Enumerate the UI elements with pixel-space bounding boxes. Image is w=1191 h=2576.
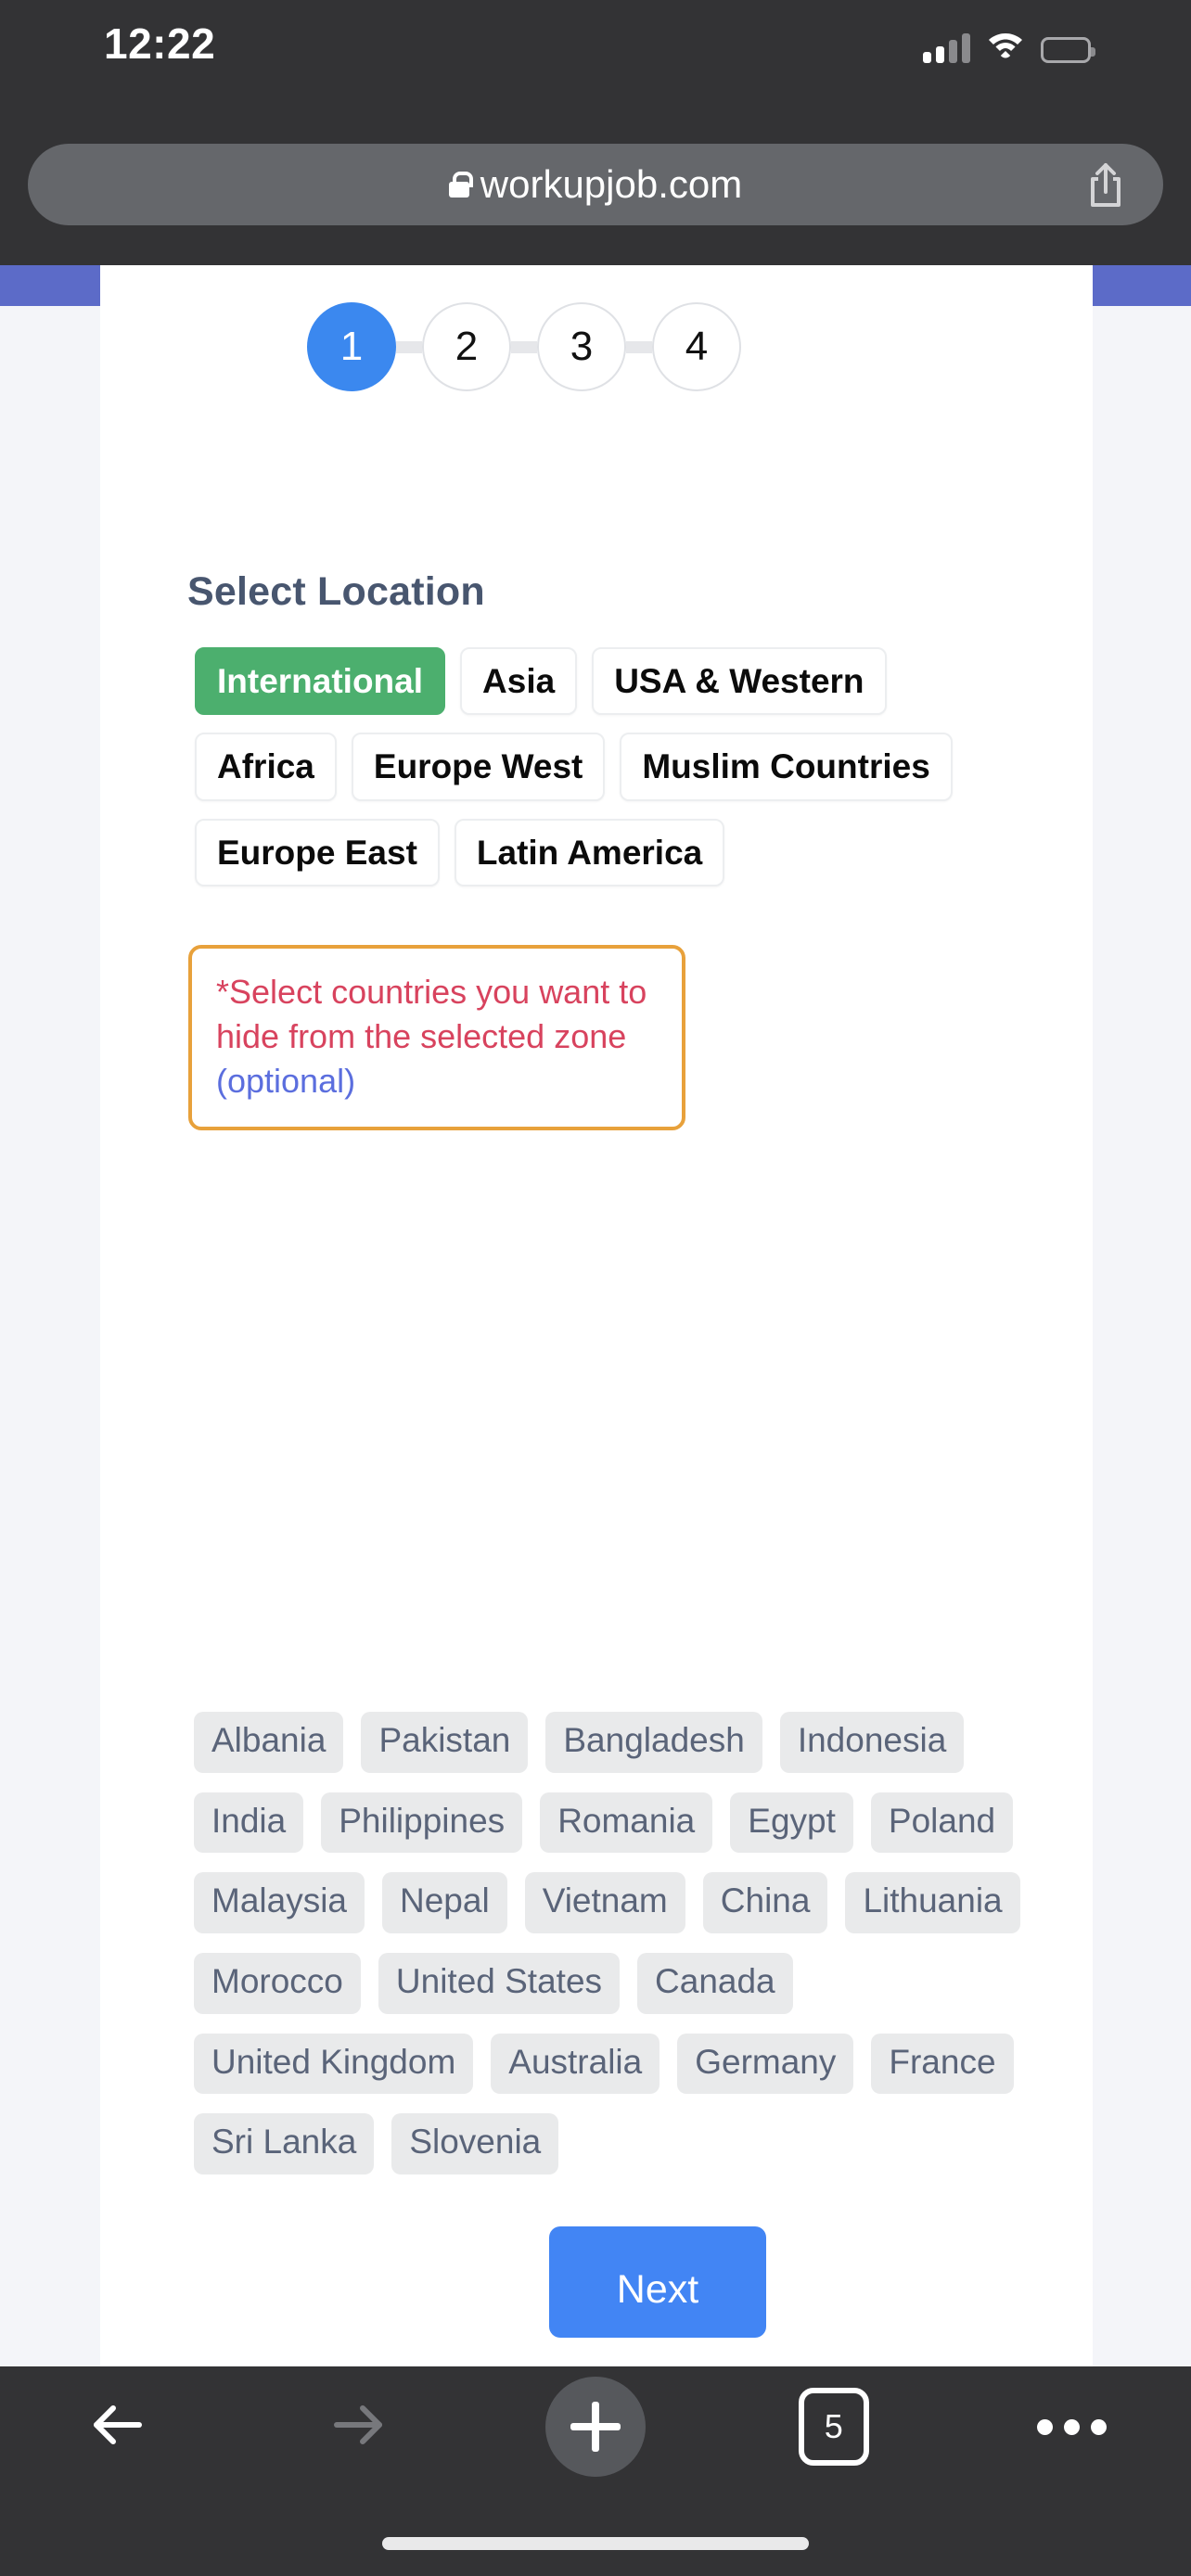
step-4[interactable]: 4 bbox=[652, 302, 741, 391]
forward-button[interactable] bbox=[238, 2366, 477, 2487]
status-bar-icons bbox=[923, 22, 1095, 63]
country-chip[interactable]: Romania bbox=[540, 1792, 713, 1854]
back-arrow-icon bbox=[85, 2391, 152, 2463]
form-card: 1 2 3 4 Select Location International As… bbox=[100, 265, 1093, 2366]
country-chip[interactable]: France bbox=[871, 2033, 1014, 2095]
lock-icon bbox=[448, 172, 473, 198]
home-indicator bbox=[382, 2537, 809, 2550]
zone-button-africa[interactable]: Africa bbox=[195, 733, 337, 801]
step-connector-2 bbox=[511, 340, 537, 353]
zone-button-europe-west[interactable]: Europe West bbox=[351, 733, 606, 801]
next-button[interactable]: Next bbox=[549, 2226, 766, 2338]
country-chip[interactable]: Pakistan bbox=[361, 1712, 529, 1773]
step-3[interactable]: 3 bbox=[537, 302, 626, 391]
country-chip[interactable]: Nepal bbox=[382, 1872, 507, 1934]
status-bar: 12:22 bbox=[0, 0, 1191, 82]
country-chip[interactable]: United States bbox=[378, 1953, 621, 2014]
country-chip[interactable]: Philippines bbox=[321, 1792, 523, 1854]
country-chip[interactable]: India bbox=[194, 1792, 304, 1854]
country-chip[interactable]: Indonesia bbox=[779, 1712, 965, 1773]
zone-button-group: International Asia USA & Western Africa … bbox=[189, 647, 1024, 904]
accent-strip-right bbox=[1093, 265, 1191, 306]
web-page-viewport: 1 2 3 4 Select Location International As… bbox=[0, 265, 1191, 2366]
page-title: Select Location bbox=[187, 569, 485, 614]
more-menu-button[interactable] bbox=[953, 2366, 1191, 2487]
zone-button-international[interactable]: International bbox=[195, 647, 446, 716]
country-chip[interactable]: Malaysia bbox=[194, 1872, 365, 1934]
new-tab-button[interactable] bbox=[477, 2366, 715, 2487]
country-chip[interactable]: Sri Lanka bbox=[194, 2113, 375, 2175]
country-chip[interactable]: Vietnam bbox=[524, 1872, 685, 1934]
zone-button-europe-east[interactable]: Europe East bbox=[195, 818, 440, 887]
back-button[interactable] bbox=[0, 2366, 238, 2487]
status-bar-clock: 12:22 bbox=[104, 19, 216, 68]
country-chip[interactable]: Albania bbox=[194, 1712, 344, 1773]
country-chip[interactable]: Germany bbox=[677, 2033, 854, 2095]
zone-button-muslim-countries[interactable]: Muslim Countries bbox=[620, 733, 953, 801]
hide-countries-hint-box: *Select countries you want to hide from … bbox=[188, 945, 685, 1130]
country-chip[interactable]: Canada bbox=[637, 1953, 793, 2014]
step-connector-1 bbox=[396, 340, 422, 353]
step-2[interactable]: 2 bbox=[422, 302, 511, 391]
country-chip[interactable]: Lithuania bbox=[845, 1872, 1020, 1934]
accent-strip-left bbox=[0, 265, 100, 306]
step-connector-3 bbox=[626, 340, 652, 353]
forward-arrow-icon bbox=[324, 2391, 391, 2463]
browser-toolbar: 5 bbox=[0, 2366, 1191, 2576]
step-1[interactable]: 1 bbox=[307, 302, 396, 391]
country-chip[interactable]: Australia bbox=[491, 2033, 660, 2095]
country-chip[interactable]: Egypt bbox=[730, 1792, 853, 1854]
cellular-signal-icon bbox=[923, 32, 970, 63]
zone-button-asia[interactable]: Asia bbox=[460, 647, 578, 716]
country-chip[interactable]: Bangladesh bbox=[545, 1712, 762, 1773]
step-indicator: 1 2 3 4 bbox=[307, 302, 741, 391]
country-chip[interactable]: Poland bbox=[870, 1792, 1014, 1854]
country-chip[interactable]: China bbox=[702, 1872, 828, 1934]
country-chip[interactable]: Morocco bbox=[194, 1953, 361, 2014]
address-bar-url: workupjob.com bbox=[480, 162, 743, 206]
country-chip-list: Albania Pakistan Bangladesh Indonesia In… bbox=[186, 1712, 1076, 2194]
country-chip[interactable]: United Kingdom bbox=[194, 2033, 474, 2095]
zone-button-usa-western[interactable]: USA & Western bbox=[592, 647, 887, 716]
address-bar-content: workupjob.com bbox=[448, 162, 743, 207]
ellipsis-icon bbox=[1037, 2418, 1108, 2435]
hint-main-text: *Select countries you want to hide from … bbox=[216, 973, 647, 1055]
hide-countries-hint-text: *Select countries you want to hide from … bbox=[216, 970, 658, 1103]
address-bar[interactable]: workupjob.com bbox=[28, 144, 1163, 225]
tabs-button[interactable]: 5 bbox=[714, 2366, 953, 2487]
tab-count-badge: 5 bbox=[798, 2388, 869, 2466]
phone-screen: 12:22 workupjob.com 1 2 3 4 Select Locat… bbox=[0, 0, 1191, 2576]
zone-button-latin-america[interactable]: Latin America bbox=[454, 818, 725, 887]
wifi-icon bbox=[987, 29, 1024, 63]
hint-optional-text: (optional) bbox=[216, 1061, 356, 1100]
plus-icon bbox=[544, 2377, 646, 2477]
country-chip[interactable]: Slovenia bbox=[391, 2113, 559, 2175]
battery-icon bbox=[1041, 37, 1095, 63]
